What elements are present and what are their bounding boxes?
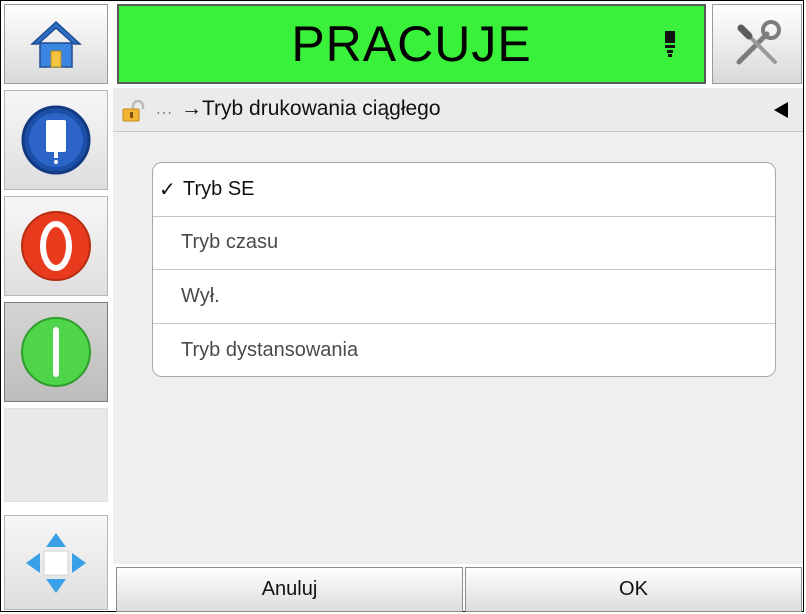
navigation-arrows-icon bbox=[26, 532, 86, 593]
navigation-button[interactable] bbox=[4, 515, 108, 610]
list-item[interactable]: Tryb dystansowania bbox=[153, 324, 775, 377]
stop-button[interactable] bbox=[4, 196, 108, 296]
home-button[interactable] bbox=[4, 4, 108, 84]
breadcrumb-ellipsis: … bbox=[155, 98, 173, 118]
list-item[interactable]: Tryb czasu bbox=[153, 217, 775, 270]
ink-cartridge-icon bbox=[21, 105, 91, 175]
start-icon bbox=[21, 317, 91, 387]
option-label: Tryb SE bbox=[183, 177, 255, 200]
home-icon bbox=[30, 20, 82, 68]
tools-button[interactable] bbox=[712, 4, 802, 84]
option-label: Wył. bbox=[181, 284, 220, 307]
stop-icon bbox=[21, 211, 91, 281]
back-arrow-icon[interactable] bbox=[773, 101, 789, 119]
ok-button[interactable]: OK bbox=[465, 567, 802, 612]
empty-sidebar-slot bbox=[4, 408, 108, 502]
list-item[interactable]: ✓ Tryb SE bbox=[153, 163, 775, 217]
option-label: Tryb dystansowania bbox=[181, 338, 359, 361]
breadcrumb: … →Tryb drukowania ciągłego bbox=[113, 88, 803, 132]
option-label: Tryb czasu bbox=[181, 231, 279, 254]
status-text: PRACUJE bbox=[291, 16, 532, 72]
lock-icon bbox=[122, 100, 145, 122]
tools-icon bbox=[736, 20, 781, 65]
status-banner: PRACUJE bbox=[117, 4, 706, 84]
checkmark-icon: ✓ bbox=[159, 178, 176, 201]
start-button[interactable] bbox=[4, 302, 108, 402]
cancel-button[interactable]: Anuluj bbox=[116, 567, 463, 612]
content-panel: … →Tryb drukowania ciągłego ✓ Tryb SE Tr… bbox=[113, 88, 803, 564]
ink-cartridge-button[interactable] bbox=[4, 90, 108, 190]
printhead-icon bbox=[665, 31, 675, 57]
breadcrumb-title: →Tryb drukowania ciągłego bbox=[181, 97, 441, 120]
list-item[interactable]: Wył. bbox=[153, 270, 775, 324]
option-list: ✓ Tryb SE Tryb czasu Wył. Tryb dystansow… bbox=[152, 162, 776, 377]
